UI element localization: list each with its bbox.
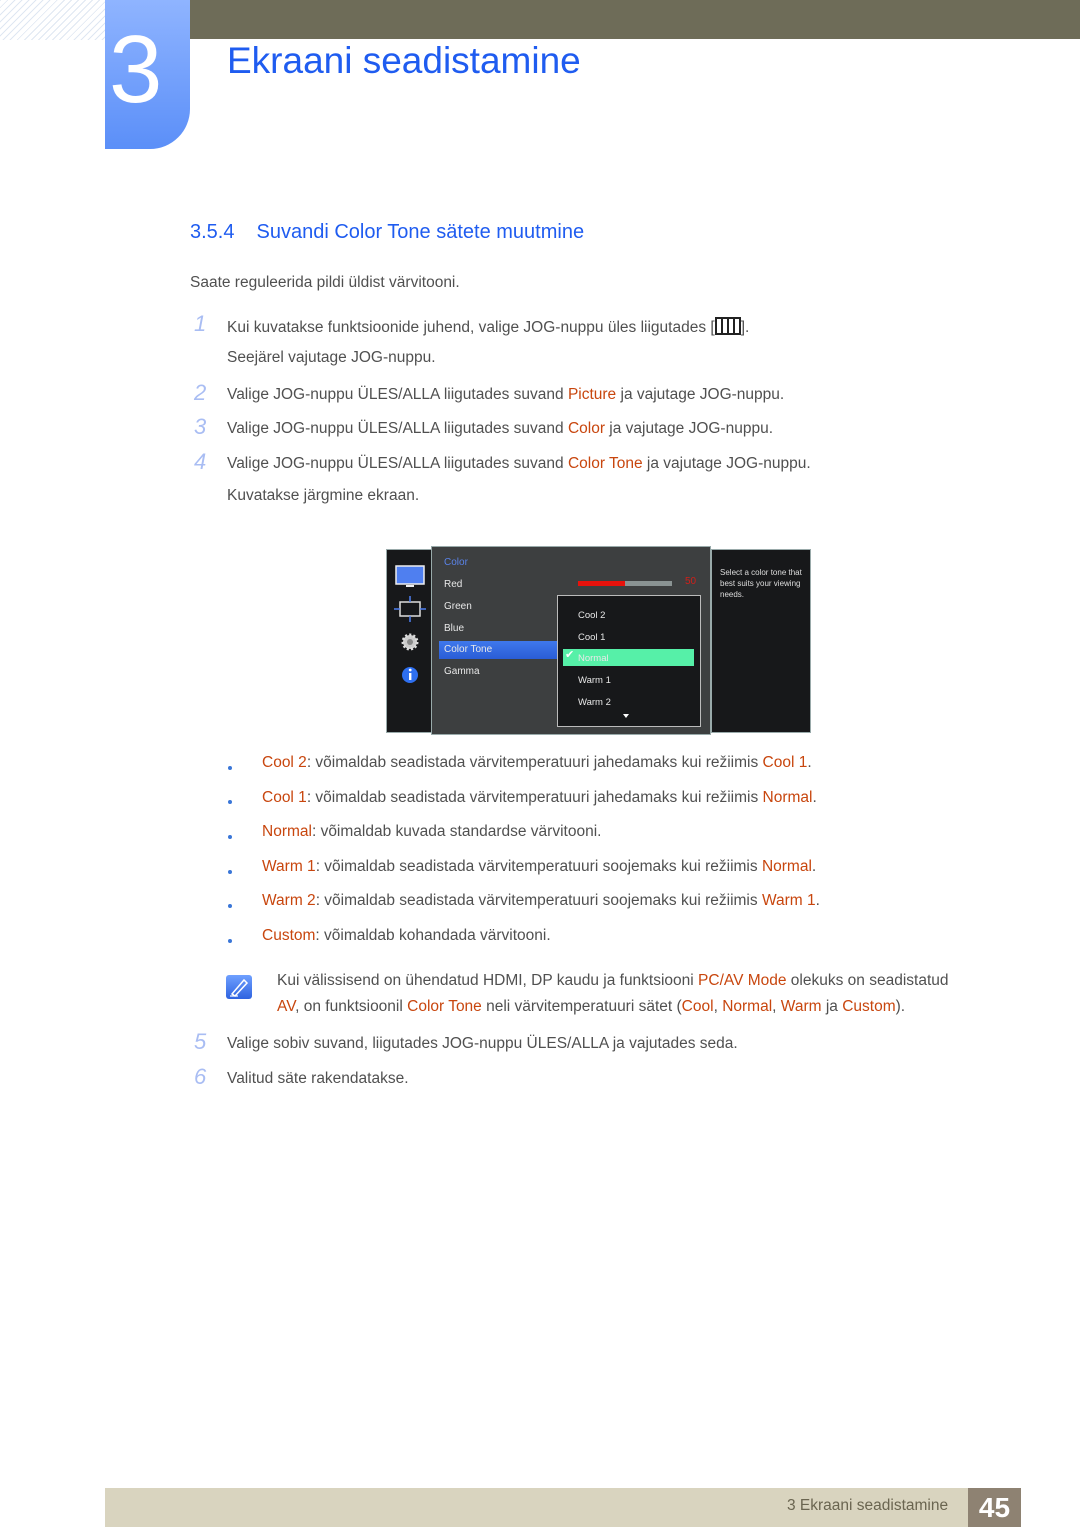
bullet-icon xyxy=(228,939,232,943)
step-4-text: Valige JOG-nuppu ÜLES/ALLA liigutades su… xyxy=(227,455,811,472)
footer-chapter: 3 Ekraani seadistamine xyxy=(787,1497,949,1514)
bullet-item: Warm 1: võimaldab seadistada värvitemper… xyxy=(262,858,817,875)
chapter-number: 3 xyxy=(109,16,163,123)
header-bar xyxy=(190,0,1080,39)
section-title-text: Suvandi Color Tone sätete muutmine xyxy=(256,221,585,243)
step-1-text: Kui kuvatakse funktsioonide juhend, vali… xyxy=(227,317,750,336)
scroll-down-icon[interactable] xyxy=(623,714,629,718)
osd-item-red[interactable]: Red xyxy=(444,579,462,590)
dropdown-option-warm1[interactable]: Warm 1 xyxy=(578,675,611,686)
osd-menu-title: Color xyxy=(444,557,468,568)
step-6-text: Valitud säte rakendatakse. xyxy=(227,1070,409,1087)
step-number: 5 xyxy=(194,1029,207,1054)
section-number: 3.5.4 xyxy=(190,221,235,243)
note-line-2: AV, on funktsioonil Color Tone neli värv… xyxy=(277,998,906,1015)
step-5-text: Valige sobiv suvand, liigutades JOG-nupp… xyxy=(227,1035,738,1052)
osd-icons xyxy=(394,565,426,683)
chapter-title: Ekraani seadistamine xyxy=(227,40,581,81)
step-number: 6 xyxy=(194,1064,207,1089)
osd-item-gamma[interactable]: Gamma xyxy=(444,666,480,677)
step-number: 2 xyxy=(194,380,207,405)
osd-item-green[interactable]: Green xyxy=(444,601,472,612)
note-line-1: Kui välissisend on ühendatud HDMI, DP ka… xyxy=(277,972,949,989)
osd-help-text: Select a color tone that best suits your… xyxy=(720,568,802,599)
osd-item-color-tone[interactable]: Color Tone xyxy=(444,644,492,655)
bullet-item: Warm 2: võimaldab seadistada värvitemper… xyxy=(262,892,820,909)
bullet-item: Normal: võimaldab kuvada standardse värv… xyxy=(262,823,602,840)
red-slider-fill xyxy=(578,581,625,586)
step-number: 3 xyxy=(194,414,207,439)
osd-help-panel: Select a color tone that best suits your… xyxy=(711,549,811,733)
bullet-item: Cool 1: võimaldab seadistada värvitemper… xyxy=(262,789,817,806)
red-value: 50 xyxy=(685,576,697,587)
bullet-item: Cool 2: võimaldab seadistada värvitemper… xyxy=(262,754,812,771)
step-number: 1 xyxy=(194,311,207,336)
step-4-cont: Kuvatakse järgmine ekraan. xyxy=(227,487,420,504)
header-hatch xyxy=(0,0,105,40)
page-number: 45 xyxy=(968,1488,1021,1527)
red-slider[interactable] xyxy=(578,581,672,586)
check-icon: ✔ xyxy=(565,649,575,661)
step-number: 4 xyxy=(194,449,207,474)
bullet-icon xyxy=(228,835,232,839)
step-1-cont: Seejärel vajutage JOG-nuppu. xyxy=(227,349,436,366)
note-icon xyxy=(226,975,252,999)
info-icon xyxy=(402,667,418,683)
dropdown-option-normal[interactable]: Normal xyxy=(578,653,609,664)
bullet-item: Custom: võimaldab kohandada värvitooni. xyxy=(262,927,551,944)
menu-key-icon xyxy=(714,317,741,335)
step-3-text: Valige JOG-nuppu ÜLES/ALLA liigutades su… xyxy=(227,420,774,437)
pen-icon xyxy=(230,978,249,997)
bullet-icon xyxy=(228,904,232,908)
bullet-icon xyxy=(228,800,232,804)
dropdown-option-cool1[interactable]: Cool 1 xyxy=(578,632,605,643)
bullet-icon xyxy=(228,766,232,770)
intro-text: Saate reguleerida pildi üldist värvitoon… xyxy=(190,274,460,291)
osd-icon-sidebar xyxy=(386,549,434,733)
dropdown-option-cool2[interactable]: Cool 2 xyxy=(578,610,605,621)
section-title: 3.5.4 Suvandi Color Tone sätete muutmine xyxy=(190,221,584,244)
chapter-number-tab: 3 xyxy=(105,0,190,149)
size-position-icon xyxy=(394,596,426,622)
step-2-text: Valige JOG-nuppu ÜLES/ALLA liigutades su… xyxy=(227,386,785,403)
gear-icon xyxy=(401,633,419,651)
dropdown-option-warm2[interactable]: Warm 2 xyxy=(578,697,611,708)
bullet-icon xyxy=(228,870,232,874)
picture-icon xyxy=(395,565,425,587)
osd-item-blue[interactable]: Blue xyxy=(444,623,464,634)
color-tone-dropdown: ✔ Cool 2 Cool 1 Normal Warm 1 Warm 2 xyxy=(557,595,701,727)
